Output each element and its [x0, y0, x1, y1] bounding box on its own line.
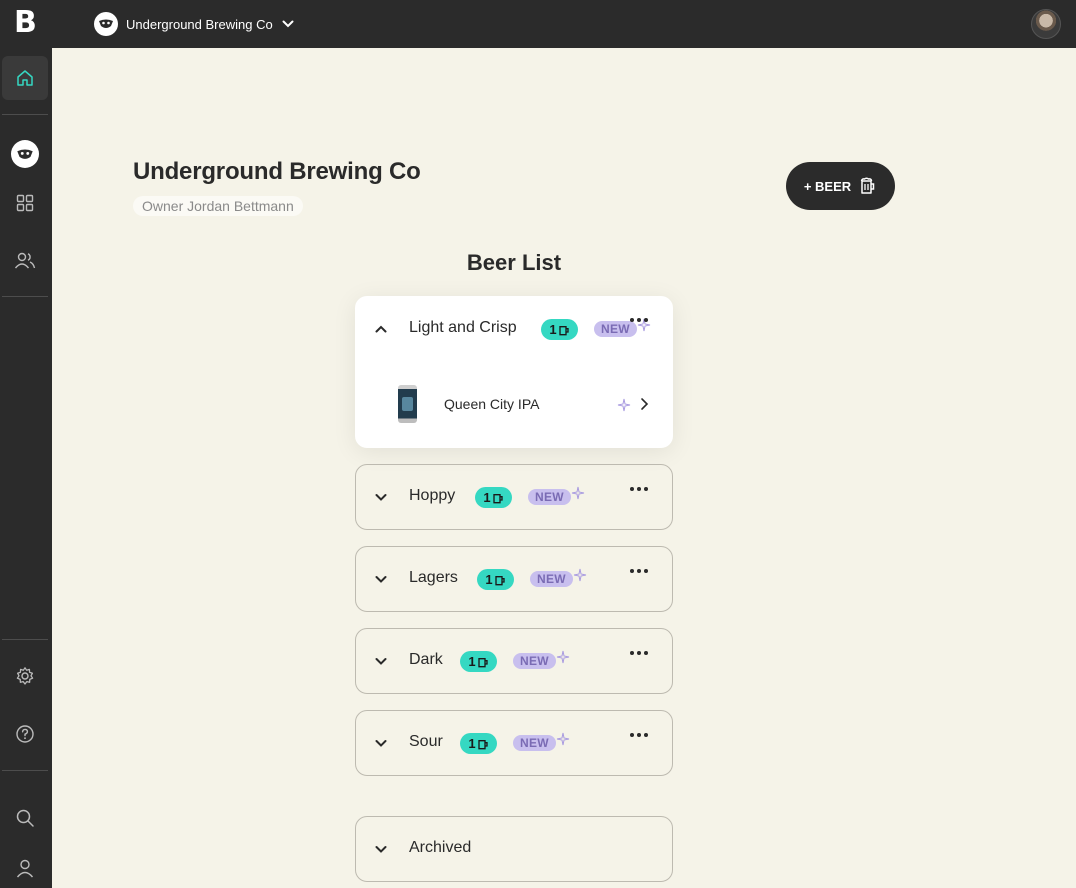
sidebar-item-settings[interactable]	[2, 654, 48, 698]
beer-name: Queen City IPA	[444, 396, 540, 412]
page-title: Underground Brewing Co	[133, 158, 421, 185]
chevron-down-icon	[281, 17, 295, 31]
category-header[interactable]: Dark 1 NEW	[356, 629, 672, 693]
category-name: Lagers	[409, 569, 458, 586]
category-header[interactable]: Hoppy 1 NEW	[356, 465, 672, 529]
sidebar-divider	[2, 114, 48, 115]
sidebar-divider	[2, 770, 48, 771]
sidebar-item-search[interactable]	[2, 796, 48, 840]
sparkle-icon	[573, 568, 587, 582]
top-bar: B Underground Brewing Co	[0, 0, 1076, 48]
beer-count-badge: 1	[541, 319, 578, 340]
sparkle-icon	[556, 732, 570, 746]
profile-icon	[16, 859, 34, 878]
more-options-icon[interactable]	[630, 569, 648, 575]
home-icon	[17, 70, 33, 86]
settings-icon	[16, 667, 34, 685]
beer-mug-icon	[477, 739, 488, 749]
sidebar-divider	[2, 639, 48, 640]
new-badge: NEW	[528, 489, 571, 505]
beer-count-badge: 1	[460, 651, 497, 672]
sidebar-item-help[interactable]	[2, 712, 48, 756]
category-header[interactable]: Light and Crisp 1 NEW	[356, 297, 672, 361]
beer-mug-icon	[860, 177, 875, 194]
chevron-up-icon[interactable]	[374, 322, 388, 336]
beer-mug-icon	[558, 325, 569, 335]
category-name: Archived	[409, 839, 472, 856]
chevron-down-icon[interactable]	[374, 572, 388, 586]
beer-list-title: Beer List	[466, 250, 562, 275]
category-card-sour: Sour 1 NEW	[355, 710, 673, 776]
category-card-dark: Dark 1 NEW	[355, 628, 673, 694]
user-avatar[interactable]	[1031, 9, 1061, 39]
sparkle-icon	[617, 398, 631, 412]
sparkle-icon	[571, 486, 585, 500]
sidebar-item-brewery[interactable]	[2, 132, 48, 176]
more-options-icon[interactable]	[630, 651, 648, 657]
sidebar-item-profile[interactable]	[2, 846, 48, 888]
category-name: Sour	[409, 733, 443, 750]
beer-mug-icon	[492, 493, 503, 503]
category-card-archived: Archived	[355, 816, 673, 882]
chevron-right-icon[interactable]	[638, 397, 650, 411]
chevron-down-icon[interactable]	[374, 490, 388, 504]
more-options-icon[interactable]	[630, 733, 648, 739]
category-name: Dark	[409, 651, 443, 668]
category-name: Hoppy	[409, 487, 456, 504]
category-name: Light and Crisp	[409, 319, 517, 336]
beer-count-badge: 1	[460, 733, 497, 754]
add-beer-button[interactable]: + BEER	[786, 162, 895, 210]
add-beer-label: + BEER	[803, 178, 852, 194]
sidebar-item-dashboard[interactable]	[2, 181, 48, 225]
sparkle-icon	[556, 650, 570, 664]
help-icon	[16, 725, 34, 743]
new-badge: NEW	[513, 735, 556, 751]
beer-count-badge: 1	[475, 487, 512, 508]
app-logo[interactable]: B	[14, 8, 38, 38]
users-icon	[14, 252, 36, 269]
sidebar-item-team[interactable]	[2, 238, 48, 282]
category-card-light-and-crisp: Light and Crisp 1 NEW Queen City IPA	[355, 296, 673, 448]
sidebar-divider	[2, 296, 48, 297]
category-card-lagers: Lagers 1 NEW	[355, 546, 673, 612]
new-badge: NEW	[513, 653, 556, 669]
brewery-logo-icon	[94, 12, 118, 36]
grid-icon	[16, 194, 34, 212]
chevron-down-icon[interactable]	[374, 842, 388, 856]
beer-mug-icon	[494, 575, 505, 585]
more-options-icon[interactable]	[630, 487, 648, 493]
brewery-switcher-label: Underground Brewing Co	[126, 16, 273, 32]
new-badge: NEW	[530, 571, 573, 587]
brewery-logo-icon	[11, 140, 39, 168]
more-options-icon[interactable]	[630, 318, 648, 324]
sidebar	[0, 48, 52, 888]
sidebar-item-home[interactable]	[2, 56, 48, 100]
search-icon	[16, 809, 34, 827]
brewery-switcher[interactable]: Underground Brewing Co	[94, 12, 295, 36]
category-header[interactable]: Archived	[356, 817, 672, 881]
category-card-hoppy: Hoppy 1 NEW	[355, 464, 673, 530]
beer-count-badge: 1	[477, 569, 514, 590]
category-header[interactable]: Lagers 1 NEW	[356, 547, 672, 611]
chevron-down-icon[interactable]	[374, 654, 388, 668]
beer-can-image	[398, 385, 417, 423]
beer-row-queen-city-ipa[interactable]: Queen City IPA	[356, 373, 672, 437]
beer-mug-icon	[477, 657, 488, 667]
chevron-down-icon[interactable]	[374, 736, 388, 750]
owner-badge: Owner Jordan Bettmann	[133, 196, 303, 216]
category-header[interactable]: Sour 1 NEW	[356, 711, 672, 775]
